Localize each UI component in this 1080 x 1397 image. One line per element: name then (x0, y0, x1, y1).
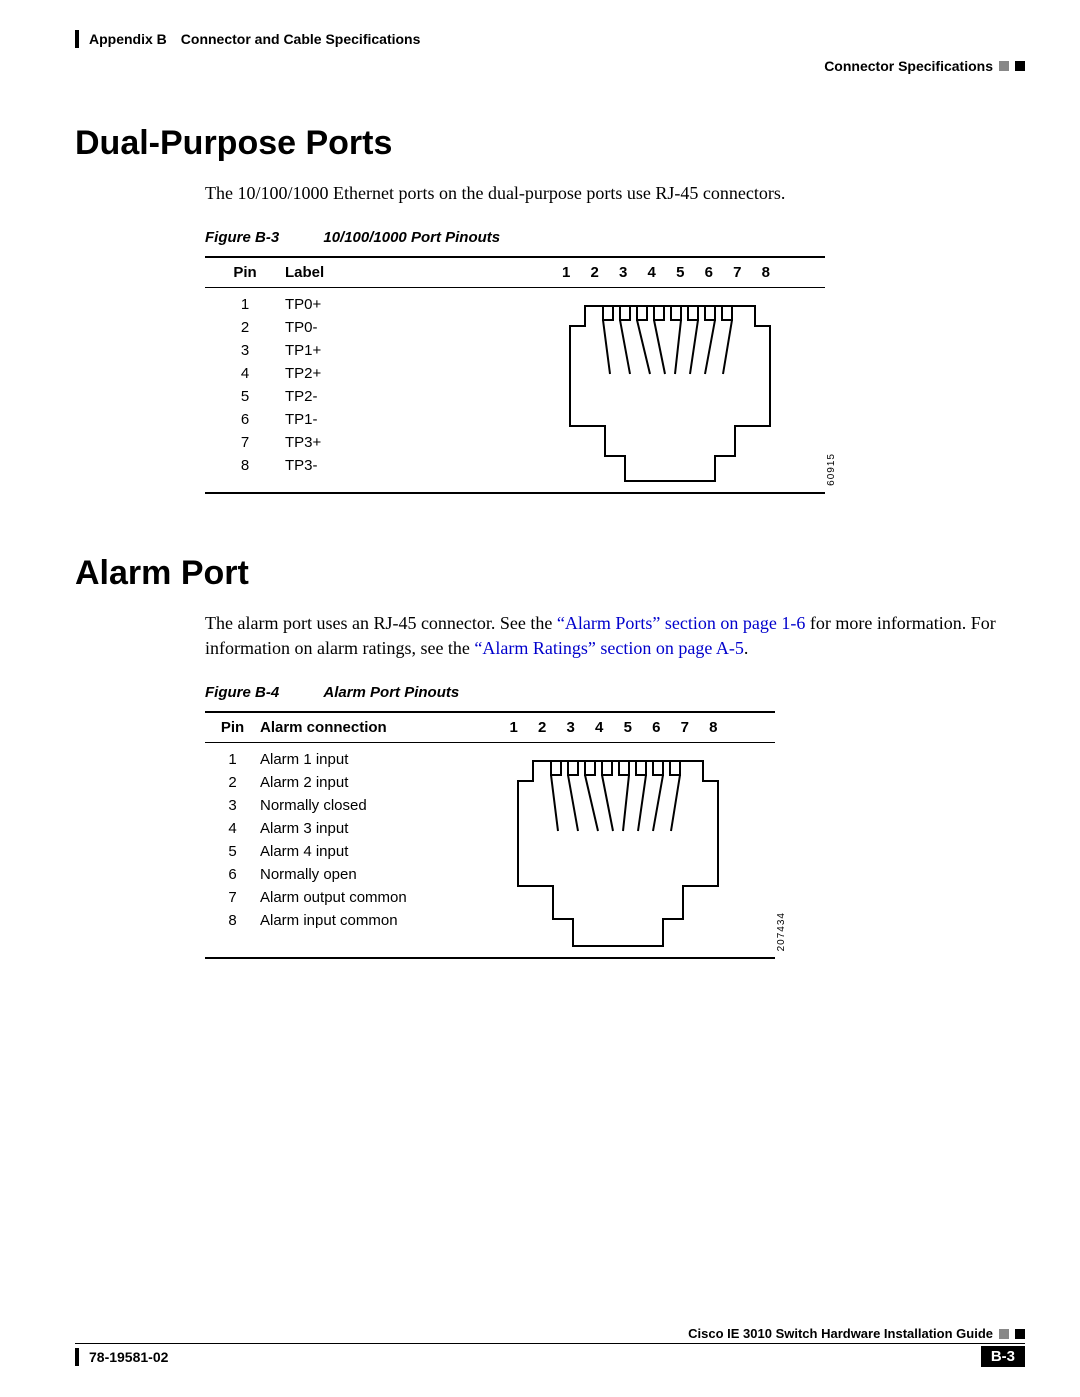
pin-cell: 5 (205, 388, 285, 405)
pin-cell: 8 (205, 912, 260, 929)
table-row: 4TP2+ (205, 365, 515, 382)
pin-cell: 1 (205, 296, 285, 313)
col-header-pin: Pin (205, 719, 260, 736)
table-row: 8TP3- (205, 457, 515, 474)
label-cell: TP0+ (285, 296, 321, 313)
table-row: 7TP3+ (205, 434, 515, 451)
label-cell: Normally open (260, 866, 357, 883)
label-cell: TP1- (285, 411, 318, 428)
label-cell: Alarm 2 input (260, 774, 348, 791)
figure-number: Figure B-3 (205, 229, 279, 246)
label-cell: TP3- (285, 457, 318, 474)
header-bar-icon (75, 30, 79, 48)
pin-cell: 7 (205, 434, 285, 451)
pin-cell: 2 (205, 774, 260, 791)
section-header-text: Connector Specifications (824, 58, 993, 74)
appendix-title: Connector and Cable Specifications (181, 31, 421, 47)
page-header: Appendix B Connector and Cable Specifica… (75, 30, 1025, 48)
label-cell: TP2- (285, 388, 318, 405)
xref-alarm-ratings[interactable]: “Alarm Ratings” section on page A-5 (474, 638, 743, 658)
table-row: 6TP1- (205, 411, 515, 428)
pin-cell: 2 (205, 319, 285, 336)
figure-number: Figure B-4 (205, 684, 279, 701)
table-row: 1TP0+ (205, 296, 515, 313)
label-cell: Alarm output common (260, 889, 407, 906)
table-row: 8Alarm input common (205, 912, 460, 929)
label-cell: TP2+ (285, 365, 321, 382)
section2-body: The alarm port uses an RJ-45 connector. … (205, 611, 1015, 660)
label-cell: TP0- (285, 319, 318, 336)
page-header-right: Connector Specifications (75, 58, 1025, 74)
figure-b3: Figure B-3 10/100/1000 Port Pinouts Pin … (205, 229, 1025, 494)
pin-cell: 8 (205, 457, 285, 474)
pin-cell: 1 (205, 751, 260, 768)
xref-alarm-ports[interactable]: “Alarm Ports” section on page 1-6 (557, 613, 805, 633)
label-cell: TP1+ (285, 342, 321, 359)
label-cell: Alarm input common (260, 912, 398, 929)
table-row: 1Alarm 1 input (205, 751, 460, 768)
figure-title: Alarm Port Pinouts (323, 684, 459, 701)
header-square-icon (999, 61, 1009, 71)
table-row: 5Alarm 4 input (205, 843, 460, 860)
rj45-connector-icon (503, 751, 733, 951)
header-square-icon (1015, 61, 1025, 71)
table-row: 7Alarm output common (205, 889, 460, 906)
pin-cell: 3 (205, 342, 285, 359)
figure-title: 10/100/1000 Port Pinouts (323, 229, 500, 246)
pin-cell: 3 (205, 797, 260, 814)
diagram-id: 207434 (776, 912, 787, 951)
pin-numbers: 1 2 3 4 5 6 7 8 (515, 264, 825, 281)
figure-b4: Figure B-4 Alarm Port Pinouts Pin Alarm … (205, 684, 1025, 959)
footer-square-icon (1015, 1329, 1025, 1339)
pin-cell: 5 (205, 843, 260, 860)
pin-cell: 4 (205, 365, 285, 382)
col-header-alarm-connection: Alarm connection (260, 719, 460, 736)
pin-numbers: 1 2 3 4 5 6 7 8 (460, 719, 775, 736)
guide-title: Cisco IE 3010 Switch Hardware Installati… (688, 1326, 993, 1341)
pin-cell: 4 (205, 820, 260, 837)
pin-cell: 6 (205, 866, 260, 883)
pin-cell: 6 (205, 411, 285, 428)
page-number: B-3 (981, 1346, 1025, 1367)
table-row: 4Alarm 3 input (205, 820, 460, 837)
footer-bar-icon (75, 1348, 79, 1366)
table-row: 3TP1+ (205, 342, 515, 359)
section-title-alarm-port: Alarm Port (75, 554, 1025, 593)
section-title-dual-purpose: Dual-Purpose Ports (75, 124, 1025, 163)
col-header-label: Label (285, 264, 515, 281)
label-cell: Normally closed (260, 797, 367, 814)
label-cell: Alarm 3 input (260, 820, 348, 837)
footer-square-icon (999, 1329, 1009, 1339)
page-footer: Cisco IE 3010 Switch Hardware Installati… (75, 1326, 1025, 1367)
doc-number: 78-19581-02 (89, 1349, 168, 1365)
table-row: 3Normally closed (205, 797, 460, 814)
section1-body: The 10/100/1000 Ethernet ports on the du… (205, 181, 1015, 205)
table-row: 6Normally open (205, 866, 460, 883)
label-cell: Alarm 4 input (260, 843, 348, 860)
diagram-id: 60915 (826, 453, 837, 486)
label-cell: TP3+ (285, 434, 321, 451)
appendix-label: Appendix B (89, 31, 167, 47)
table-row: 5TP2- (205, 388, 515, 405)
col-header-pin: Pin (205, 264, 285, 281)
table-row: 2Alarm 2 input (205, 774, 460, 791)
table-row: 2TP0- (205, 319, 515, 336)
pin-cell: 7 (205, 889, 260, 906)
rj45-connector-icon (555, 296, 785, 486)
label-cell: Alarm 1 input (260, 751, 348, 768)
